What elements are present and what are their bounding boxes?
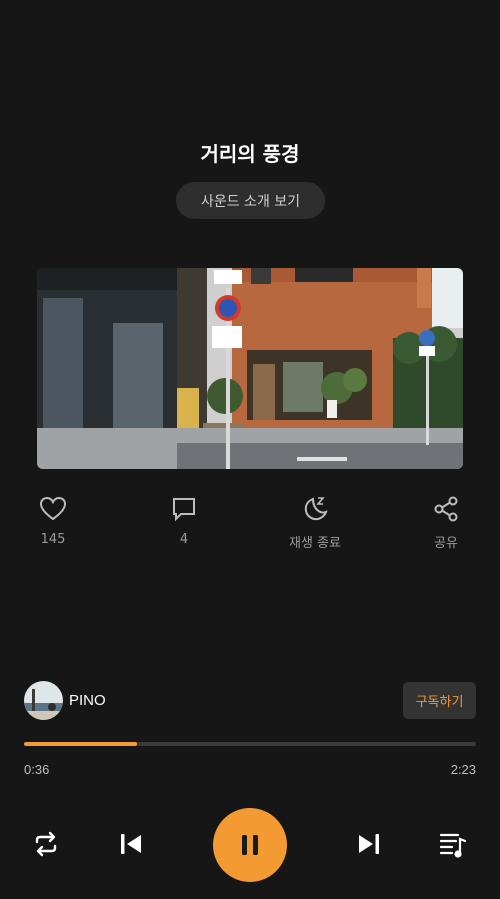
moon-zzz-icon xyxy=(304,497,328,521)
share-label: 공유 xyxy=(434,536,458,551)
pause-button[interactable] xyxy=(213,808,287,882)
heart-icon xyxy=(39,496,67,521)
comment-icon xyxy=(173,498,195,522)
next-icon xyxy=(359,834,379,854)
track-title: 거리의 풍경 xyxy=(200,142,300,166)
previous-button[interactable] xyxy=(116,828,146,860)
total-duration: 2:23 xyxy=(450,762,476,777)
repeat-button[interactable] xyxy=(30,828,62,860)
avatar xyxy=(24,681,63,720)
sleep-timer-label: 재생 종료 xyxy=(289,536,341,551)
share-icon xyxy=(434,496,458,522)
subscribe-button[interactable]: 구독하기 xyxy=(403,682,476,719)
previous-icon xyxy=(121,834,141,854)
elapsed-time: 0:36 xyxy=(24,762,50,777)
sleep-timer-button[interactable]: 재생 종료 xyxy=(270,494,360,551)
like-count: 145 xyxy=(40,532,66,547)
like-button[interactable]: 145 xyxy=(8,494,98,547)
comment-button[interactable]: 4 xyxy=(139,494,229,547)
progress-bar[interactable] xyxy=(24,742,476,746)
comment-count: 4 xyxy=(179,532,189,547)
playlist-button[interactable] xyxy=(437,828,469,860)
share-button[interactable]: 공유 xyxy=(401,494,491,551)
artist-name: PINO xyxy=(69,692,106,709)
next-button[interactable] xyxy=(354,828,384,860)
sound-intro-button[interactable]: 사운드 소개 보기 xyxy=(176,182,325,219)
repeat-icon xyxy=(35,831,57,857)
cover-image xyxy=(37,268,463,469)
progress-fill xyxy=(24,742,137,746)
pause-icon xyxy=(242,835,258,855)
playlist-icon xyxy=(439,833,467,858)
artist-info[interactable]: PINO xyxy=(24,681,106,720)
